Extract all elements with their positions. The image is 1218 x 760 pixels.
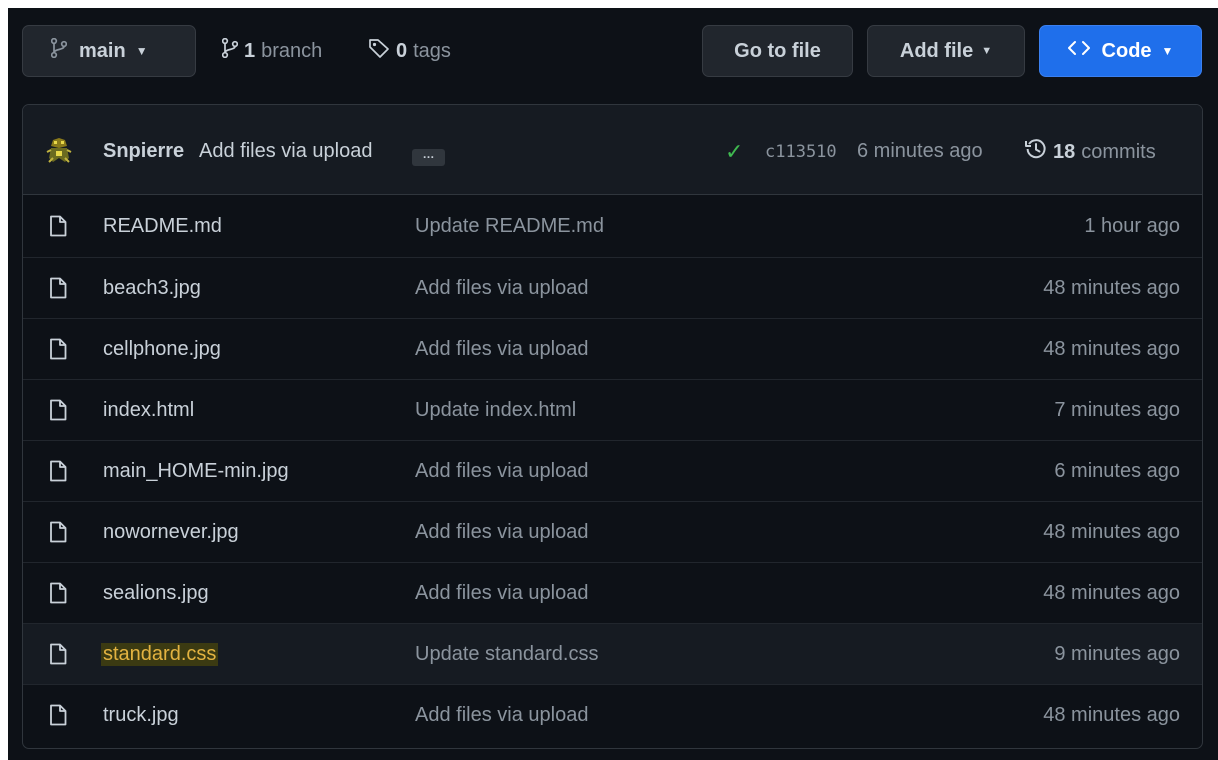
go-to-file-label: Go to file — [734, 39, 821, 62]
code-button[interactable]: Code ▼ — [1039, 25, 1202, 77]
chevron-down-icon: ▼ — [135, 44, 148, 58]
file-commit-message[interactable]: Add files via upload — [415, 704, 588, 727]
file-row[interactable]: beach3.jpg Add files via upload 48 minutes… — [23, 257, 1202, 318]
file-icon — [49, 215, 67, 237]
code-label: Code — [1101, 39, 1152, 62]
branches-label: branch — [261, 39, 323, 62]
file-commit-message[interactable]: Update README.md — [415, 215, 604, 238]
file-name-link[interactable]: sealions.jpg — [103, 582, 209, 605]
file-name-link[interactable]: index.html — [103, 399, 194, 422]
commits-history-link[interactable]: 18 commits — [1025, 138, 1156, 166]
branch-name: main — [79, 39, 126, 62]
file-row[interactable]: main_HOME-min.jpg Add files via upload 6 m… — [23, 440, 1202, 501]
file-icon — [49, 643, 67, 665]
file-commit-time: 48 minutes ago — [1043, 338, 1180, 360]
repo-toolbar: main ▼ 1 branch 0 tags Go to file Add fi… — [8, 8, 1218, 96]
branches-link[interactable]: 1 branch — [221, 37, 323, 64]
file-commit-message[interactable]: Add files via upload — [415, 460, 588, 483]
file-commit-time: 48 minutes ago — [1043, 704, 1180, 726]
file-name-link[interactable]: main_HOME-min.jpg — [103, 460, 289, 483]
history-icon — [1025, 138, 1047, 166]
tag-icon — [368, 38, 390, 64]
file-name-link[interactable]: truck.jpg — [103, 704, 179, 727]
chevron-down-icon: ▼ — [981, 45, 993, 57]
tags-label: tags — [413, 39, 451, 62]
file-icon — [49, 399, 67, 421]
file-row[interactable]: cellphone.jpg Add files via upload 48 minu… — [23, 318, 1202, 379]
file-name-link[interactable]: cellphone.jpg — [103, 338, 221, 361]
file-icon — [49, 277, 67, 299]
file-commit-message[interactable]: Add files via upload — [415, 521, 588, 544]
add-file-label: Add file — [899, 39, 974, 62]
file-commit-message[interactable]: Add files via upload — [415, 582, 588, 605]
file-icon — [49, 521, 67, 543]
repo-file-browser: main ▼ 1 branch 0 tags Go to file Add fi… — [8, 8, 1218, 760]
file-commit-time: 48 minutes ago — [1043, 582, 1180, 604]
latest-commit-bar: Snpierre Add files via upload … ✓ c11351… — [23, 105, 1202, 195]
commit-sha[interactable]: c113510 — [765, 142, 837, 162]
commits-count: 18 — [1053, 140, 1076, 163]
branches-count: 1 — [244, 39, 256, 62]
file-icon — [49, 460, 67, 482]
check-icon[interactable]: ✓ — [725, 139, 743, 165]
file-name-link[interactable]: standard.css — [101, 643, 219, 666]
file-icon — [49, 338, 67, 360]
avatar[interactable] — [45, 136, 73, 164]
file-commit-time: 48 minutes ago — [1043, 521, 1180, 543]
file-row[interactable]: standard.css Update standard.css 9 minutes… — [23, 623, 1202, 684]
file-commit-time: 6 minutes ago — [1054, 460, 1180, 482]
file-row[interactable]: nowornever.jpg Add files via upload 48 min… — [23, 501, 1202, 562]
file-row[interactable]: sealions.jpg Add files via upload 48 minut… — [23, 562, 1202, 623]
file-commit-message[interactable]: Update standard.css — [415, 643, 598, 666]
expand-commit-button[interactable]: … — [412, 148, 445, 166]
file-name-link[interactable]: README.md — [103, 215, 222, 238]
commits-label: commits — [1081, 140, 1156, 163]
file-commit-time: 1 hour ago — [1084, 215, 1180, 237]
file-commit-message[interactable]: Add files via upload — [415, 277, 588, 300]
commit-author[interactable]: Snpierre — [103, 140, 184, 163]
file-commit-time: 7 minutes ago — [1054, 399, 1180, 421]
file-row[interactable]: truck.jpg Add files via upload 48 minutes … — [23, 684, 1202, 745]
commit-message[interactable]: Add files via upload — [199, 140, 372, 163]
chevron-down-icon: ▼ — [1161, 44, 1174, 58]
file-icon — [49, 582, 67, 604]
git-branch-icon — [221, 37, 239, 64]
tags-link[interactable]: 0 tags — [368, 38, 451, 64]
branch-select-button[interactable]: main ▼ — [22, 25, 196, 77]
file-icon — [49, 704, 67, 726]
code-icon — [1067, 40, 1090, 62]
file-commit-message[interactable]: Add files via upload — [415, 338, 588, 361]
file-commit-time: 9 minutes ago — [1054, 643, 1180, 665]
file-rows: README.md Update README.md 1 hour ago beach… — [23, 196, 1202, 745]
file-row[interactable]: index.html Update index.html 7 minutes ago — [23, 379, 1202, 440]
file-name-link[interactable]: nowornever.jpg — [103, 521, 239, 544]
file-name-link[interactable]: beach3.jpg — [103, 277, 201, 300]
git-branch-icon — [50, 37, 68, 64]
file-commit-time: 48 minutes ago — [1043, 277, 1180, 299]
tags-count: 0 — [396, 39, 408, 62]
file-commit-message[interactable]: Update index.html — [415, 399, 576, 422]
file-list-box: Snpierre Add files via upload … ✓ c11351… — [22, 104, 1203, 749]
commit-time: 6 minutes ago — [857, 140, 983, 162]
go-to-file-button[interactable]: Go to file — [702, 25, 853, 77]
file-row[interactable]: README.md Update README.md 1 hour ago — [23, 196, 1202, 257]
add-file-button[interactable]: Add file ▼ — [867, 25, 1025, 77]
